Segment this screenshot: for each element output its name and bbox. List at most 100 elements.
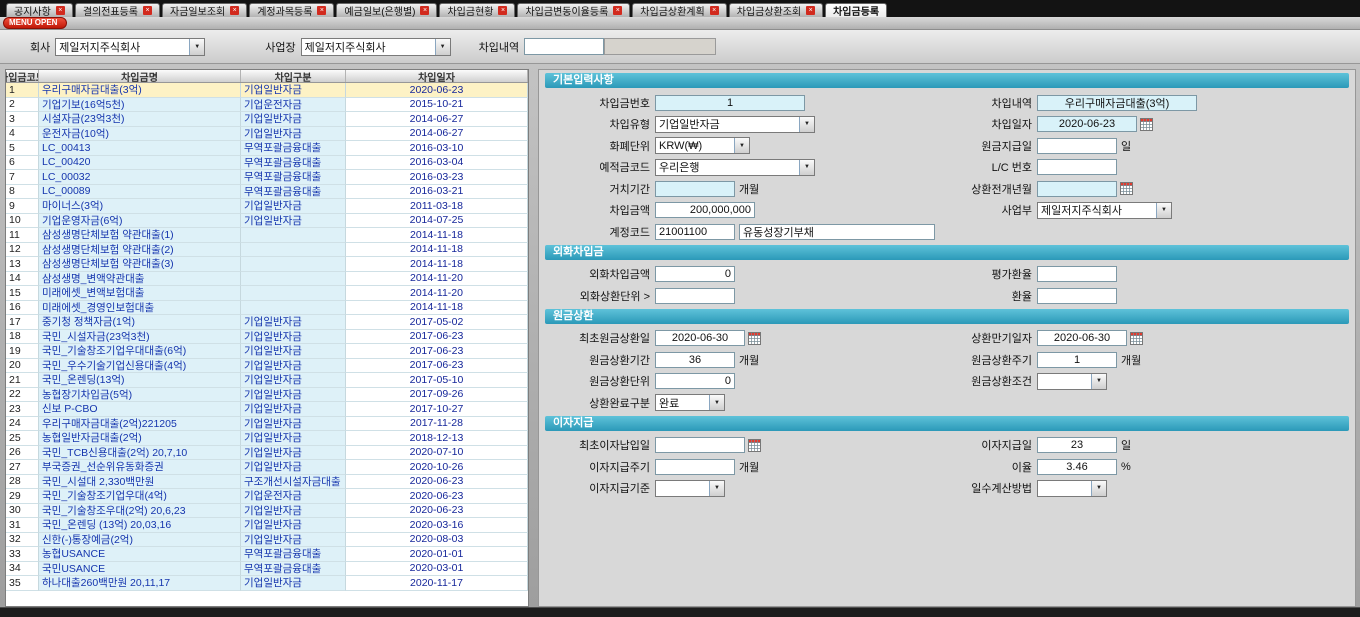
chevron-down-icon[interactable]: ▼ (734, 138, 749, 153)
table-row[interactable]: 12삼성생명단체보험 약관대출(2)2014-11-18 (6, 243, 528, 258)
calendar-icon[interactable] (748, 439, 761, 452)
calendar-icon[interactable] (1130, 332, 1143, 345)
account-name-input[interactable] (739, 224, 935, 240)
tab-close-icon[interactable]: × (420, 6, 429, 15)
table-row[interactable]: 24우리구매자금대출(2억)221205기업일반자금2017-11-28 (6, 417, 528, 432)
tab-close-icon[interactable]: × (143, 6, 152, 15)
tab-close-icon[interactable]: × (230, 6, 239, 15)
table-row[interactable]: 34국민USANCE무역포괄금융대출2020-03-01 (6, 562, 528, 577)
calendar-icon[interactable] (748, 332, 761, 345)
tab-close-icon[interactable]: × (710, 6, 719, 15)
tab-공지사항[interactable]: 공지사항× (6, 3, 73, 17)
table-row[interactable]: 20국민_우수기술기업신용대출(4억)기업일반자금2017-06-23 (6, 359, 528, 374)
day-count-method-select[interactable]: ▼ (1037, 480, 1107, 497)
eval-exchange-rate-input[interactable] (1037, 266, 1117, 282)
table-row[interactable]: 5LC_00413무역포괄금융대출2016-03-10 (6, 141, 528, 156)
account-code-input[interactable] (655, 224, 735, 240)
table-row[interactable]: 4운전자금(10억)기업일반자금2014-06-27 (6, 127, 528, 142)
chevron-down-icon[interactable]: ▼ (1091, 481, 1106, 496)
table-row[interactable]: 2기업기보(16억5천)기업운전자금2015-10-21 (6, 98, 528, 113)
first-interest-date-input[interactable] (655, 437, 745, 453)
tab-자금일보조회[interactable]: 자금일보조회× (162, 3, 247, 17)
tab-close-icon[interactable]: × (56, 6, 65, 15)
repay-base-month-input[interactable] (1037, 181, 1117, 197)
table-row[interactable]: 23신보 P-CBO기업일반자금2017-10-27 (6, 402, 528, 417)
principal-unit-input[interactable] (655, 373, 735, 389)
loan-date-input[interactable] (1037, 116, 1137, 132)
tab-차입금상환조회[interactable]: 차입금상환조회× (729, 3, 823, 17)
tab-차입금상환계획[interactable]: 차입금상환계획× (632, 3, 726, 17)
menu-open-button[interactable]: MENU OPEN (3, 17, 67, 29)
principal-pay-day-input[interactable] (1037, 138, 1117, 154)
chevron-down-icon[interactable]: ▼ (709, 481, 724, 496)
division-select[interactable]: 제일저지주식회사▼ (1037, 202, 1172, 219)
chevron-down-icon[interactable]: ▼ (709, 395, 724, 410)
table-row[interactable]: 3시설자금(23억3천)기업일반자금2014-06-27 (6, 112, 528, 127)
table-row[interactable]: 30국민_기술창조우대(2억) 20,6,23기업일반자금2020-06-23 (6, 504, 528, 519)
lc-number-input[interactable] (1037, 159, 1117, 175)
table-row[interactable]: 19국민_기술창조기업우대대출(6억)기업일반자금2017-06-23 (6, 344, 528, 359)
table-row[interactable]: 15미래에셋_변액보험대출2014-11-20 (6, 286, 528, 301)
tab-close-icon[interactable]: × (498, 6, 507, 15)
chevron-down-icon[interactable]: ▼ (189, 39, 204, 55)
tab-close-icon[interactable]: × (806, 6, 815, 15)
first-principal-date-input[interactable] (655, 330, 745, 346)
table-row[interactable]: 7LC_00032무역포괄금융대출2016-03-23 (6, 170, 528, 185)
table-row[interactable]: 10기업운영자금(6억)기업일반자금2014-07-25 (6, 214, 528, 229)
interest-rate-input[interactable] (1037, 459, 1117, 475)
deposit-code-select[interactable]: 우리은행▼ (655, 159, 815, 176)
tab-close-icon[interactable]: × (317, 6, 326, 15)
chevron-down-icon[interactable]: ▼ (799, 160, 814, 175)
chevron-down-icon[interactable]: ▼ (1156, 203, 1171, 218)
table-row[interactable]: 6LC_00420무역포괄금융대출2016-03-04 (6, 156, 528, 171)
chevron-down-icon[interactable]: ▼ (435, 39, 450, 55)
table-row[interactable]: 32신한(-)통장예금(2억)기업일반자금2020-08-03 (6, 533, 528, 548)
loan-amount-input[interactable] (655, 202, 755, 218)
table-row[interactable]: 17중기청 정책자금(1억)기업일반자금2017-05-02 (6, 315, 528, 330)
tab-예금일보(은행별)[interactable]: 예금일보(은행별)× (336, 3, 437, 17)
table-row[interactable]: 25농협일반자금대출(2억)기업일반자금2018-12-13 (6, 431, 528, 446)
chevron-down-icon[interactable]: ▼ (1091, 374, 1106, 389)
table-row[interactable]: 13삼성생명단체보험 약관대출(3)2014-11-18 (6, 257, 528, 272)
fx-loan-amount-input[interactable] (655, 266, 735, 282)
table-row[interactable]: 9마이너스(3억)기업일반자금2011-03-18 (6, 199, 528, 214)
repay-complete-select[interactable]: 완료▼ (655, 394, 725, 411)
chevron-down-icon[interactable]: ▼ (799, 117, 814, 132)
exchange-rate-input[interactable] (1037, 288, 1117, 304)
table-row[interactable]: 1우리구매자금대출(3억)기업일반자금2020-06-23 (6, 83, 528, 98)
tab-계정과목등록[interactable]: 계정과목등록× (249, 3, 334, 17)
principal-condition-select[interactable]: ▼ (1037, 373, 1107, 390)
calendar-icon[interactable] (1120, 182, 1133, 195)
table-row[interactable]: 21국민_온렌딩(13억)기업일반자금2017-05-10 (6, 373, 528, 388)
grace-period-input[interactable] (655, 181, 735, 197)
table-row[interactable]: 35하나대출260백만원 20,11,17기업일반자금2020-11-17 (6, 576, 528, 591)
table-row[interactable]: 33농협USANCE무역포괄금융대출2020-01-01 (6, 547, 528, 562)
table-row[interactable]: 11삼성생명단체보험 약관대출(1)2014-11-18 (6, 228, 528, 243)
loan-desc-input[interactable] (1037, 95, 1197, 111)
currency-unit-select[interactable]: KRW(₩)▼ (655, 137, 750, 154)
calendar-icon[interactable] (1140, 118, 1153, 131)
tab-차입금등록[interactable]: 차입금등록 (825, 3, 887, 17)
loan-type-select[interactable]: 기업일반자금▼ (655, 116, 815, 133)
tab-close-icon[interactable]: × (613, 6, 622, 15)
table-row[interactable]: 8LC_00089무역포괄금융대출2016-03-21 (6, 185, 528, 200)
table-row[interactable]: 31국민_온렌딩 (13억) 20,03,16기업일반자금2020-03-16 (6, 518, 528, 533)
tab-결의전표등록[interactable]: 결의전표등록× (75, 3, 160, 17)
interest-basis-select[interactable]: ▼ (655, 480, 725, 497)
table-row[interactable]: 27부국증권_선순위유동화증권기업일반자금2020-10-26 (6, 460, 528, 475)
table-row[interactable]: 18국민_시설자금(23억3천)기업일반자금2017-06-23 (6, 330, 528, 345)
principal-cycle-input[interactable] (1037, 352, 1117, 368)
table-row[interactable]: 26국민_TCB신용대출(2억) 20,7,10기업일반자금2020-07-10 (6, 446, 528, 461)
table-row[interactable]: 29국민_기술창조기업우대(4억)기업운전자금2020-06-23 (6, 489, 528, 504)
table-row[interactable]: 22농협장기차입금(5억)기업일반자금2017-09-26 (6, 388, 528, 403)
loan-no-input[interactable] (655, 95, 805, 111)
table-row[interactable]: 14삼성생명_변액약관대출2014-11-20 (6, 272, 528, 287)
interest-cycle-input[interactable] (655, 459, 735, 475)
maturity-date-input[interactable] (1037, 330, 1127, 346)
interest-pay-day-input[interactable] (1037, 437, 1117, 453)
table-row[interactable]: 28국민_시설대 2,330백만원구조개선시설자금대출2020-06-23 (6, 475, 528, 490)
table-row[interactable]: 16미래에셋_경영인보험대출2014-11-18 (6, 301, 528, 316)
principal-period-input[interactable] (655, 352, 735, 368)
site-select[interactable]: 제일저지주식회사 ▼ (301, 38, 451, 56)
fx-repay-unit-input[interactable] (655, 288, 735, 304)
